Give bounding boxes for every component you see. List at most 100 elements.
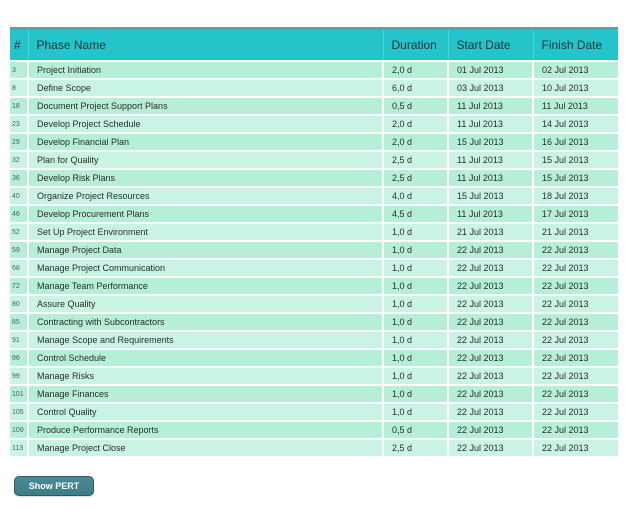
row-number-cell: 68: [10, 259, 28, 277]
phase-name-cell: Organize Project Resources: [28, 187, 383, 205]
table-row[interactable]: 85 Contracting with Subcontractors 1,0 d…: [10, 313, 618, 331]
table-row[interactable]: 99 Manage Risks 1,0 d 22 Jul 2013 22 Jul…: [10, 367, 618, 385]
table-header-row: # Phase Name Duration Start Date Finish …: [10, 29, 618, 62]
finish-date-cell: 10 Jul 2013: [533, 79, 618, 97]
row-number-cell: 18: [10, 97, 28, 115]
table-row[interactable]: 72 Manage Team Performance 1,0 d 22 Jul …: [10, 277, 618, 295]
table-row[interactable]: 36 Develop Risk Plans 2,5 d 11 Jul 2013 …: [10, 169, 618, 187]
duration-cell: 6,0 d: [383, 79, 448, 97]
row-number-cell: 85: [10, 313, 28, 331]
start-date-cell: 22 Jul 2013: [448, 241, 533, 259]
row-number-cell: 32: [10, 151, 28, 169]
table-row[interactable]: 113 Manage Project Close 2,5 d 22 Jul 20…: [10, 439, 618, 457]
table-row[interactable]: 91 Manage Scope and Requirements 1,0 d 2…: [10, 331, 618, 349]
duration-cell: 1,0 d: [383, 295, 448, 313]
row-number-cell: 109: [10, 421, 28, 439]
row-number-cell: 36: [10, 169, 28, 187]
start-date-cell: 11 Jul 2013: [448, 115, 533, 133]
phase-name-cell: Develop Procurement Plans: [28, 205, 383, 223]
row-number-cell: 3: [10, 61, 28, 79]
start-date-cell: 22 Jul 2013: [448, 367, 533, 385]
table-row[interactable]: 109 Produce Performance Reports 0,5 d 22…: [10, 421, 618, 439]
phase-name-cell: Manage Project Close: [28, 439, 383, 457]
table-row[interactable]: 3 Project Initiation 2,0 d 01 Jul 2013 0…: [10, 61, 618, 79]
start-date-cell: 22 Jul 2013: [448, 277, 533, 295]
phase-name-cell: Document Project Support Plans: [28, 97, 383, 115]
finish-date-cell: 22 Jul 2013: [533, 349, 618, 367]
start-date-cell: 01 Jul 2013: [448, 61, 533, 79]
table-row[interactable]: 101 Manage Finances 1,0 d 22 Jul 2013 22…: [10, 385, 618, 403]
finish-date-cell: 22 Jul 2013: [533, 241, 618, 259]
duration-cell: 1,0 d: [383, 331, 448, 349]
duration-cell: 2,5 d: [383, 439, 448, 457]
row-number-cell: 96: [10, 349, 28, 367]
finish-date-cell: 18 Jul 2013: [533, 187, 618, 205]
row-number-cell: 46: [10, 205, 28, 223]
finish-date-cell: 14 Jul 2013: [533, 115, 618, 133]
table-row[interactable]: 52 Set Up Project Environment 1,0 d 21 J…: [10, 223, 618, 241]
table-row[interactable]: 8 Define Scope 6,0 d 03 Jul 2013 10 Jul …: [10, 79, 618, 97]
start-date-cell: 22 Jul 2013: [448, 385, 533, 403]
start-date-cell: 22 Jul 2013: [448, 259, 533, 277]
col-header-start-date: Start Date: [448, 29, 533, 62]
duration-cell: 1,0 d: [383, 403, 448, 421]
start-date-cell: 03 Jul 2013: [448, 79, 533, 97]
row-number-cell: 99: [10, 367, 28, 385]
phase-name-cell: Manage Project Communication: [28, 259, 383, 277]
row-number-cell: 8: [10, 79, 28, 97]
table-row[interactable]: 68 Manage Project Communication 1,0 d 22…: [10, 259, 618, 277]
start-date-cell: 22 Jul 2013: [448, 403, 533, 421]
table-row[interactable]: 96 Control Schedule 1,0 d 22 Jul 2013 22…: [10, 349, 618, 367]
finish-date-cell: 17 Jul 2013: [533, 205, 618, 223]
finish-date-cell: 21 Jul 2013: [533, 223, 618, 241]
row-number-cell: 80: [10, 295, 28, 313]
phase-name-cell: Develop Financial Plan: [28, 133, 383, 151]
finish-date-cell: 15 Jul 2013: [533, 169, 618, 187]
table-row[interactable]: 32 Plan for Quality 2,5 d 11 Jul 2013 15…: [10, 151, 618, 169]
duration-cell: 1,0 d: [383, 241, 448, 259]
phase-name-cell: Manage Risks: [28, 367, 383, 385]
duration-cell: 2,5 d: [383, 169, 448, 187]
phase-name-cell: Manage Project Data: [28, 241, 383, 259]
row-number-cell: 101: [10, 385, 28, 403]
duration-cell: 2,0 d: [383, 61, 448, 79]
finish-date-cell: 22 Jul 2013: [533, 385, 618, 403]
start-date-cell: 22 Jul 2013: [448, 331, 533, 349]
phase-name-cell: Set Up Project Environment: [28, 223, 383, 241]
row-number-cell: 113: [10, 439, 28, 457]
row-number-cell: 72: [10, 277, 28, 295]
phase-name-cell: Develop Project Schedule: [28, 115, 383, 133]
table-row[interactable]: 29 Develop Financial Plan 2,0 d 15 Jul 2…: [10, 133, 618, 151]
phase-name-cell: Produce Performance Reports: [28, 421, 383, 439]
table-row[interactable]: 105 Control Quality 1,0 d 22 Jul 2013 22…: [10, 403, 618, 421]
show-pert-button[interactable]: Show PERT: [14, 476, 94, 496]
table-row[interactable]: 40 Organize Project Resources 4,0 d 15 J…: [10, 187, 618, 205]
row-number-cell: 29: [10, 133, 28, 151]
row-number-cell: 23: [10, 115, 28, 133]
finish-date-cell: 22 Jul 2013: [533, 367, 618, 385]
start-date-cell: 15 Jul 2013: [448, 133, 533, 151]
table-row[interactable]: 18 Document Project Support Plans 0,5 d …: [10, 97, 618, 115]
phase-name-cell: Define Scope: [28, 79, 383, 97]
start-date-cell: 11 Jul 2013: [448, 169, 533, 187]
row-number-cell: 59: [10, 241, 28, 259]
phase-name-cell: Manage Scope and Requirements: [28, 331, 383, 349]
col-header-number: #: [10, 29, 28, 62]
start-date-cell: 22 Jul 2013: [448, 439, 533, 457]
table-row[interactable]: 23 Develop Project Schedule 2,0 d 11 Jul…: [10, 115, 618, 133]
table-row[interactable]: 46 Develop Procurement Plans 4,5 d 11 Ju…: [10, 205, 618, 223]
phase-table: # Phase Name Duration Start Date Finish …: [10, 27, 618, 458]
start-date-cell: 22 Jul 2013: [448, 313, 533, 331]
duration-cell: 1,0 d: [383, 259, 448, 277]
phase-name-cell: Plan for Quality: [28, 151, 383, 169]
table-row[interactable]: 59 Manage Project Data 1,0 d 22 Jul 2013…: [10, 241, 618, 259]
duration-cell: 1,0 d: [383, 367, 448, 385]
duration-cell: 0,5 d: [383, 97, 448, 115]
col-header-duration: Duration: [383, 29, 448, 62]
finish-date-cell: 22 Jul 2013: [533, 313, 618, 331]
duration-cell: 1,0 d: [383, 223, 448, 241]
duration-cell: 1,0 d: [383, 277, 448, 295]
duration-cell: 2,5 d: [383, 151, 448, 169]
table-row[interactable]: 80 Assure Quality 1,0 d 22 Jul 2013 22 J…: [10, 295, 618, 313]
phase-name-cell: Project Initiation: [28, 61, 383, 79]
